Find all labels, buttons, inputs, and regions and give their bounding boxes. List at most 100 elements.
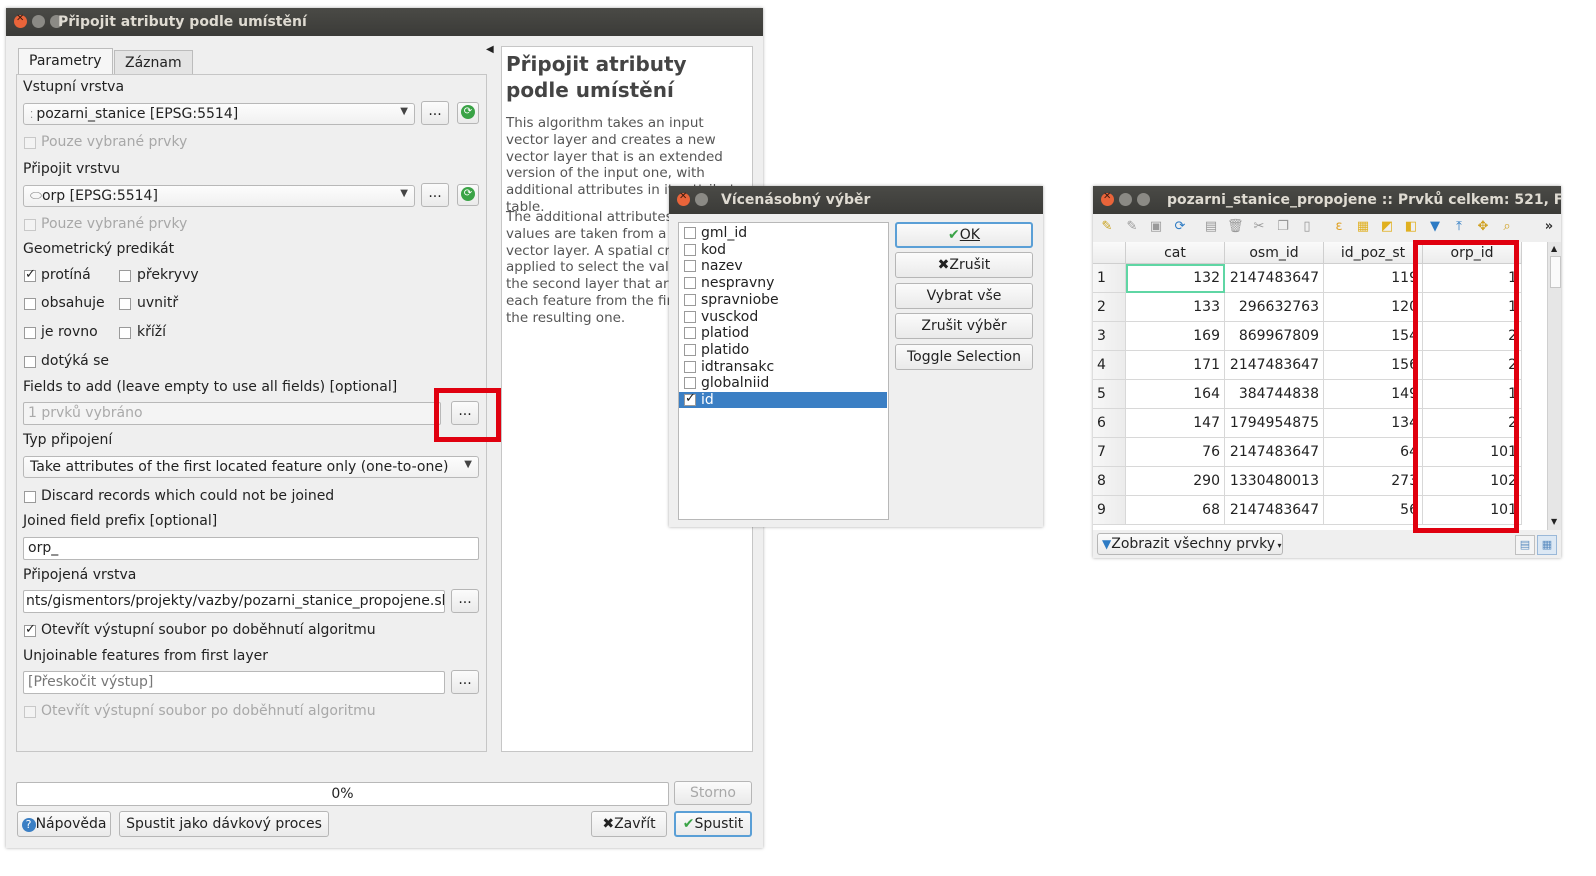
table-cell[interactable]: 132 [1125, 263, 1225, 293]
predicate-touches-checkbox[interactable] [24, 356, 36, 368]
table-cell[interactable]: 2147483647 [1224, 495, 1324, 525]
field-checkbox[interactable] [684, 327, 696, 340]
field-checkbox[interactable]: ✓ [684, 391, 696, 406]
batch-process-button[interactable]: Spustit jako dávkový proces [119, 811, 329, 837]
scrollbar-thumb[interactable] [1550, 256, 1561, 288]
list-item[interactable]: gml_id [679, 225, 887, 241]
table-cell[interactable]: 1330480013 [1224, 466, 1324, 496]
input-layer-browse-button[interactable]: ... [421, 101, 449, 125]
add-feature-icon[interactable]: ▤ [1203, 219, 1219, 235]
list-item[interactable]: kod [679, 242, 887, 258]
table-view-icon[interactable]: ▦ [1537, 535, 1557, 555]
table-cell[interactable]: 133 [1125, 292, 1225, 322]
paste-icon[interactable]: ▯ [1299, 219, 1315, 235]
table-cell[interactable]: 156 [1323, 350, 1423, 380]
column-header-id-poz-st[interactable]: id_poz_st [1323, 242, 1423, 264]
join-layer-browse-button[interactable]: ... [421, 183, 449, 207]
table-cell[interactable]: 76 [1125, 437, 1225, 467]
field-checkbox[interactable] [684, 227, 696, 239]
unjoinable-browse-button[interactable]: ... [451, 670, 479, 694]
discard-checkbox[interactable] [24, 491, 36, 503]
table-cell[interactable]: 64 [1323, 437, 1423, 467]
input-selected-only-checkbox[interactable] [24, 137, 36, 149]
help-button[interactable]: ? Nápověda [17, 811, 111, 837]
collapse-panel-icon[interactable]: ◀ [486, 44, 494, 55]
predicate-intersects-checkbox[interactable]: ✓ [24, 267, 36, 282]
row-number[interactable]: 4 [1093, 350, 1126, 380]
input-layer-iterate-button[interactable]: ⟳ [457, 102, 479, 124]
unjoinable-input[interactable]: [Přeskočit výstup] [23, 671, 445, 694]
zoom-icon[interactable]: ⌕ [1499, 219, 1515, 235]
table-cell[interactable]: 56 [1323, 495, 1423, 525]
list-item[interactable]: idtransakc [679, 359, 887, 375]
deselect-icon[interactable]: ◧ [1403, 219, 1419, 235]
minimize-window-icon[interactable] [32, 15, 45, 28]
table-cell[interactable]: 154 [1323, 321, 1423, 351]
scroll-down-icon[interactable]: ▼ [1551, 517, 1557, 526]
form-view-icon[interactable]: ▤ [1515, 535, 1535, 555]
minimize-window-icon[interactable] [1119, 193, 1132, 206]
input-layer-combo[interactable]: ⁚ pozarni_stanice [EPSG:5514] ▼ [23, 103, 415, 125]
close-window-icon[interactable] [677, 191, 690, 206]
tab-log[interactable]: Záznam [114, 50, 193, 74]
field-checkbox[interactable] [684, 277, 696, 290]
run-button[interactable]: ✔Spustit [674, 811, 752, 837]
field-checkbox[interactable] [684, 293, 696, 306]
field-checkbox[interactable] [684, 360, 696, 373]
row-number[interactable]: 3 [1093, 321, 1126, 351]
column-header-osm-id[interactable]: osm_id [1224, 242, 1324, 264]
filter-icon[interactable]: ▼ [1427, 219, 1443, 235]
table-cell[interactable]: 171 [1125, 350, 1225, 380]
list-item[interactable]: platiod [679, 325, 887, 341]
table-cell[interactable]: 120 [1323, 292, 1423, 322]
minimize-window-icon[interactable] [695, 193, 708, 206]
pan-icon[interactable]: ✥ [1475, 219, 1491, 235]
open-output-checkbox[interactable]: ✓ [24, 622, 36, 637]
select-all-button[interactable]: Vybrat vše [895, 283, 1033, 309]
maximize-window-icon[interactable] [1137, 193, 1150, 206]
close-window-icon[interactable] [1101, 191, 1114, 206]
ok-button[interactable]: ✔OK [895, 222, 1033, 248]
join-type-combo[interactable]: Take attributes of the first located fea… [23, 456, 479, 478]
more-tools-icon[interactable]: » [1541, 219, 1557, 235]
field-checkbox[interactable] [684, 310, 696, 323]
prefix-input[interactable]: orp_ [23, 537, 479, 560]
cancel-button[interactable]: Storno [674, 781, 752, 805]
list-item[interactable]: nespravny [679, 275, 887, 291]
tab-parameters[interactable]: Parametry [18, 48, 113, 74]
predicate-overlaps-checkbox[interactable] [119, 270, 131, 282]
table-cell[interactable]: 68 [1125, 495, 1225, 525]
field-checkbox[interactable] [684, 243, 696, 256]
table-cell[interactable]: 273 [1323, 466, 1423, 496]
invert-selection-icon[interactable]: ◩ [1379, 219, 1395, 235]
scroll-up-icon[interactable]: ▲ [1551, 244, 1557, 253]
row-number[interactable]: 1 [1093, 263, 1126, 293]
list-item[interactable]: globalniid [679, 375, 887, 391]
predicate-crosses-checkbox[interactable] [119, 327, 131, 339]
list-item[interactable]: vusckod [679, 309, 887, 325]
table-cell[interactable]: 147 [1125, 408, 1225, 438]
join-layer-combo[interactable]: ⬭orp [EPSG:5514] ▼ [23, 185, 415, 207]
row-number[interactable]: 7 [1093, 437, 1126, 467]
column-header-cat[interactable]: cat [1125, 242, 1225, 264]
table-cell[interactable]: 296632763 [1224, 292, 1324, 322]
join-selected-only-checkbox[interactable] [24, 219, 36, 231]
cut-icon[interactable]: ✂ [1251, 219, 1267, 235]
table-cell[interactable]: 164 [1125, 379, 1225, 409]
multi-cancel-button[interactable]: ✖Zrušit [895, 252, 1033, 278]
table-cell[interactable]: 869967809 [1224, 321, 1324, 351]
row-number[interactable]: 2 [1093, 292, 1126, 322]
multi-edit-icon[interactable]: ✎ [1124, 219, 1140, 235]
field-checkbox[interactable] [684, 260, 696, 273]
table-cell[interactable]: 119 [1323, 263, 1423, 293]
fields-input[interactable]: 1 prvků vybráno [23, 402, 441, 425]
table-cell[interactable]: 134 [1323, 408, 1423, 438]
list-item[interactable]: platido [679, 342, 887, 358]
toggle-selection-button[interactable]: Toggle Selection [895, 344, 1033, 370]
row-number[interactable]: 6 [1093, 408, 1126, 438]
predicate-contains-checkbox[interactable] [24, 298, 36, 310]
delete-icon[interactable]: 🗑 [1227, 219, 1244, 235]
predicate-within-checkbox[interactable] [119, 298, 131, 310]
close-button[interactable]: ✖Zavřít [591, 811, 667, 837]
table-cell[interactable]: 384744838 [1224, 379, 1324, 409]
